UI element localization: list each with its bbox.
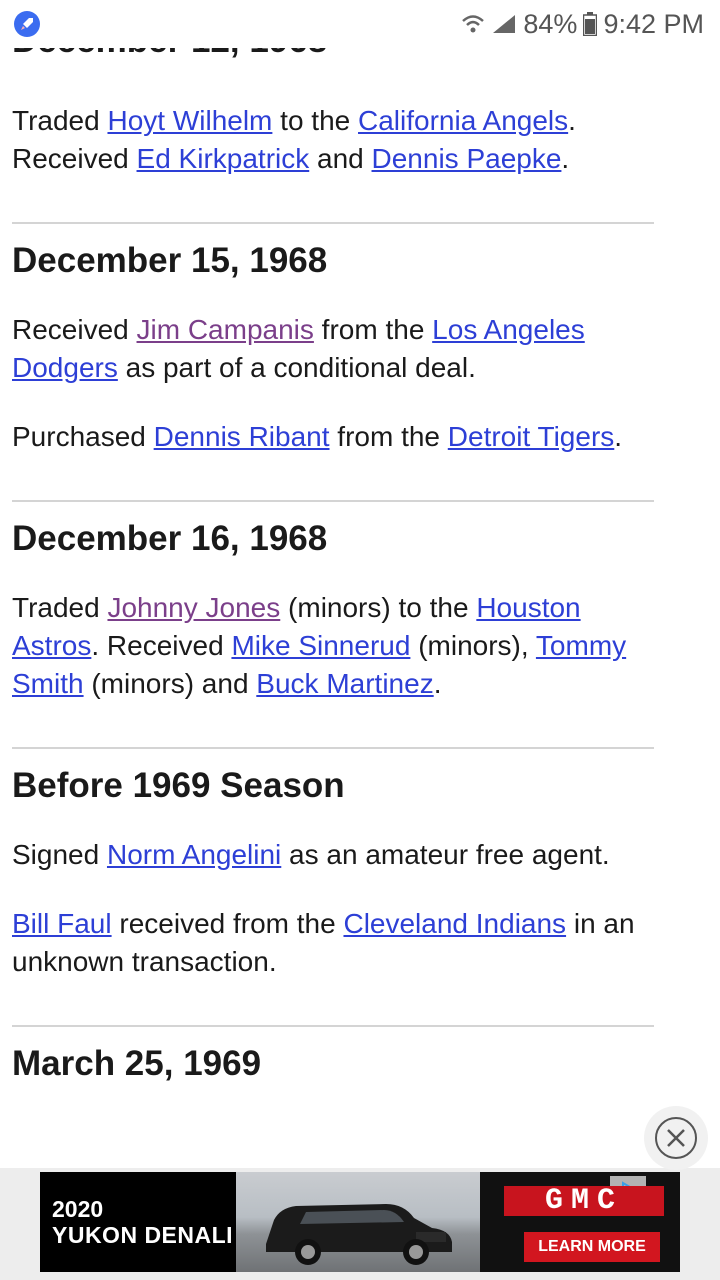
section-divider [12, 222, 654, 224]
text-span: as an amateur free agent. [281, 839, 610, 870]
transaction-paragraph: Signed Norm Angelini as an amateur free … [12, 836, 654, 874]
clock: 9:42 PM [603, 8, 704, 39]
ad-banner[interactable]: 2020 YUKON DENALI GMC LEARN MORE [40, 1172, 680, 1272]
battery-icon [583, 12, 598, 36]
ad-year: 2020 [52, 1196, 104, 1222]
text-span: (minors) and [83, 668, 257, 699]
close-ad-button[interactable] [644, 1106, 708, 1170]
text-span: . [614, 421, 623, 452]
section-heading: March 25, 1969 [12, 1044, 262, 1083]
ad-brand-panel: GMC LEARN MORE [480, 1172, 680, 1272]
transaction-paragraph: Purchased Dennis Ribant from the Detroit… [12, 418, 654, 456]
player-link[interactable]: Buck Martinez [256, 668, 433, 699]
text-span: Signed [12, 839, 107, 870]
status-indicators: 84% 9:42 PM [461, 9, 704, 40]
transaction-paragraph: Traded Hoyt Wilhelm to the California An… [12, 102, 654, 178]
text-span: Traded [12, 105, 108, 136]
player-link[interactable]: Ed Kirkpatrick [137, 143, 310, 174]
player-link[interactable]: Norm Angelini [107, 839, 281, 870]
section-heading: December 15, 1968 [12, 241, 328, 280]
team-link[interactable]: Cleveland Indians [343, 908, 566, 939]
section-divider [12, 747, 654, 749]
transaction-paragraph: Bill Faul received from the Cleveland In… [12, 905, 654, 981]
app-rocket-icon [14, 11, 40, 37]
section-heading: December 16, 1968 [12, 519, 328, 558]
text-span: . [433, 668, 442, 699]
article-content: December 12, 1968 Traded Hoyt Wilhelm to… [12, 20, 654, 1085]
section-divider [12, 1025, 654, 1027]
section-divider [12, 500, 654, 502]
signal-icon [491, 13, 517, 35]
transaction-paragraph: Traded Johnny Jones (minors) to the Hous… [12, 589, 654, 703]
text-span: as part of a conditional deal. [117, 352, 476, 383]
player-link[interactable]: Mike Sinnerud [231, 630, 410, 661]
team-link[interactable]: California Angels [358, 105, 568, 136]
player-link[interactable]: Dennis Ribant [154, 421, 330, 452]
text-span: to the [272, 105, 359, 136]
player-link[interactable]: Dennis Paepke [372, 143, 562, 174]
text-span: Traded [12, 592, 108, 623]
brand-logo: GMC [504, 1186, 664, 1216]
ad-vehicle-image [236, 1172, 480, 1272]
player-link[interactable]: Hoyt Wilhelm [107, 105, 272, 136]
player-link[interactable]: Johnny Jones [107, 592, 280, 623]
player-link[interactable]: Jim Campanis [137, 314, 314, 345]
text-span: (minors) to the [280, 592, 477, 623]
player-link[interactable]: Bill Faul [12, 908, 112, 939]
text-span: Purchased [12, 421, 154, 452]
ad-model: YUKON DENALI [52, 1222, 234, 1248]
text-span: from the [329, 421, 448, 452]
ad-headline: 2020 YUKON DENALI [40, 1172, 236, 1272]
text-span: . Received [91, 630, 232, 661]
battery-percent: 84% [523, 8, 578, 39]
learn-more-button[interactable]: LEARN MORE [524, 1232, 660, 1262]
wifi-icon [461, 13, 485, 35]
transaction-paragraph: Received Jim Campanis from the Los Angel… [12, 311, 654, 387]
text-span: . [561, 143, 570, 174]
section-heading: Before 1969 Season [12, 766, 345, 805]
text-span: Received [12, 314, 137, 345]
team-link[interactable]: Detroit Tigers [448, 421, 615, 452]
text-span: received from the [111, 908, 344, 939]
close-icon [655, 1117, 697, 1159]
text-span: from the [313, 314, 433, 345]
text-span: and [309, 143, 372, 174]
text-span: (minors), [410, 630, 536, 661]
status-bar: 84% 9:42 PM [0, 0, 720, 48]
